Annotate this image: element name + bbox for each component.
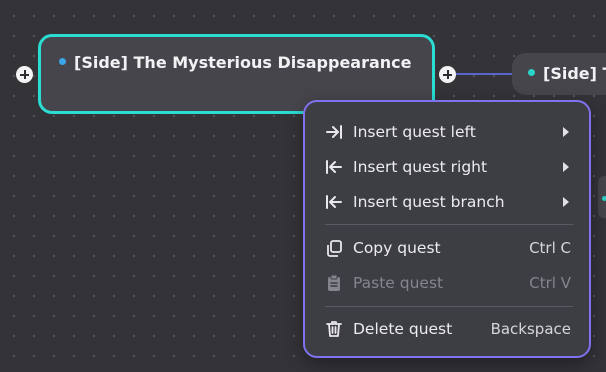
insert-branch-icon — [323, 191, 345, 213]
submenu-arrow-icon — [563, 162, 569, 172]
menu-divider — [325, 306, 573, 307]
menu-item-label: Paste quest — [353, 274, 444, 292]
shortcut-label: Backspace — [490, 320, 571, 338]
shortcut-label: Ctrl V — [529, 274, 571, 292]
menu-item-copy[interactable]: Copy quest Ctrl C — [323, 231, 571, 265]
add-quest-right-icon[interactable] — [439, 66, 456, 83]
menu-item-insert-left[interactable]: Insert quest left — [323, 115, 571, 149]
submenu-arrow-icon — [563, 127, 569, 137]
insert-right-icon — [323, 156, 345, 178]
quest-context-menu: Insert quest left Insert quest right Ins… — [303, 100, 591, 358]
menu-item-insert-right[interactable]: Insert quest right — [323, 150, 571, 184]
quest-status-dot — [59, 58, 66, 65]
submenu-arrow-icon — [563, 197, 569, 207]
insert-left-icon — [323, 121, 345, 143]
quest-node-title: [Side] The — [543, 64, 606, 83]
menu-item-label: Insert quest branch — [353, 193, 505, 211]
quest-node-title: [Side] The Mysterious Disappearance — [74, 53, 412, 72]
shortcut-label: Ctrl C — [529, 239, 571, 257]
menu-item-label: Insert quest right — [353, 158, 488, 176]
add-quest-left-icon[interactable] — [16, 66, 33, 83]
menu-item-label: Copy quest — [353, 239, 441, 257]
quest-node[interactable]: [Side] The — [512, 53, 606, 95]
quest-status-dot — [528, 69, 535, 76]
trash-icon — [323, 318, 345, 340]
menu-item-delete[interactable]: Delete quest Backspace — [323, 312, 571, 346]
menu-item-label: Delete quest — [353, 320, 453, 338]
menu-divider — [325, 224, 573, 225]
menu-item-insert-branch[interactable]: Insert quest branch — [323, 185, 571, 219]
menu-item-label: Insert quest left — [353, 123, 476, 141]
quest-status-dot — [602, 196, 606, 201]
clipboard-icon — [323, 272, 345, 294]
quest-connector — [456, 73, 512, 75]
menu-item-paste: Paste quest Ctrl V — [323, 266, 571, 300]
copy-icon — [323, 237, 345, 259]
